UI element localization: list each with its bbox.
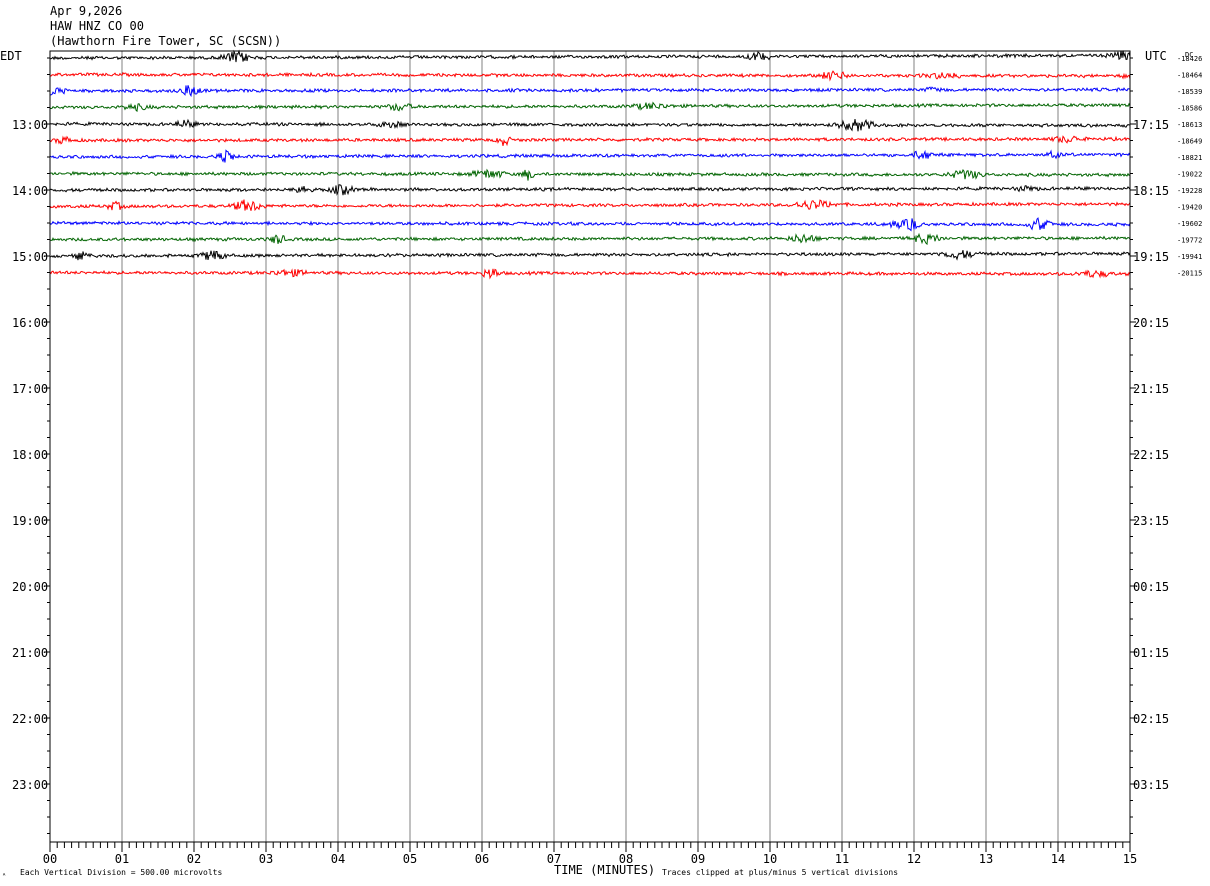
seismic-trace [49, 168, 1131, 181]
right-hour-label: 23:15 [1133, 514, 1169, 528]
seismic-trace [49, 232, 1131, 246]
trace-dc-label: -18539 [1177, 88, 1202, 96]
x-tick-label: 10 [763, 852, 777, 866]
seismic-trace [49, 149, 1131, 163]
seismic-trace [49, 101, 1131, 113]
left-hour-label: 13:00 [12, 118, 48, 132]
x-axis-title: TIME (MINUTES) [554, 863, 655, 877]
seismic-trace [49, 268, 1131, 280]
left-hour-label: 17:00 [12, 382, 48, 396]
right-hour-label: 21:15 [1133, 382, 1169, 396]
x-tick-label: 05 [403, 852, 417, 866]
seismic-trace [49, 118, 1131, 132]
right-hour-label: 18:15 [1133, 184, 1169, 198]
axes [44, 50, 1136, 852]
x-tick-label: 12 [907, 852, 921, 866]
vertical-division-note: Each Vertical Division = 500.00 microvol… [20, 868, 222, 877]
x-tick-label: 09 [691, 852, 705, 866]
seismic-traces [49, 49, 1131, 280]
helicorder-plot: EDT UTC DC TIME (MINUTES) Each Vertical … [0, 49, 1202, 880]
trace-dc-label: -18464 [1177, 72, 1202, 80]
right-hour-label: 00:15 [1133, 580, 1169, 594]
trace-dc-label: -19941 [1177, 253, 1202, 261]
left-hour-label: 19:00 [12, 514, 48, 528]
x-tick-label: 11 [835, 852, 849, 866]
trace-dc-label: -19602 [1177, 220, 1202, 228]
corner-mark: ᴬ [2, 871, 6, 880]
trace-dc-label: -20115 [1177, 270, 1202, 278]
x-tick-label: 07 [547, 852, 561, 866]
seismic-trace [49, 70, 1131, 82]
seismic-trace [49, 199, 1131, 212]
x-tick-label: 06 [475, 852, 489, 866]
left-hour-label: 16:00 [12, 316, 48, 330]
right-hour-label: 22:15 [1133, 448, 1169, 462]
trace-dc-label: -19772 [1177, 237, 1202, 245]
right-hour-label: 03:15 [1133, 778, 1169, 792]
left-hour-label: 23:00 [12, 778, 48, 792]
left-hour-label: 15:00 [12, 250, 48, 264]
x-tick-label: 13 [979, 852, 993, 866]
right-hour-label: 17:15 [1133, 118, 1169, 132]
grid-lines [121, 51, 1059, 842]
trace-dc-label: -19420 [1177, 204, 1202, 212]
left-hour-label: 22:00 [12, 712, 48, 726]
trace-dc-label: -18613 [1177, 121, 1202, 129]
seismic-trace [49, 249, 1131, 261]
trace-dc-label: -18649 [1177, 138, 1202, 146]
right-hour-label: 01:15 [1133, 646, 1169, 660]
right-hour-label: 20:15 [1133, 316, 1169, 330]
left-hour-label: 18:00 [12, 448, 48, 462]
x-tick-label: 14 [1051, 852, 1065, 866]
trace-dc-label: -18426 [1177, 55, 1202, 63]
trace-dc-label: -19228 [1177, 187, 1202, 195]
x-tick-label: 03 [259, 852, 273, 866]
x-tick-label: 04 [331, 852, 345, 866]
x-tick-label: 01 [115, 852, 129, 866]
seismic-trace [49, 85, 1131, 98]
x-tick-label: 08 [619, 852, 633, 866]
right-hour-label: 02:15 [1133, 712, 1169, 726]
right-hour-label: 19:15 [1133, 250, 1169, 264]
left-axis-title: EDT [0, 49, 22, 63]
left-hour-label: 20:00 [12, 580, 48, 594]
x-tick-label: 15 [1123, 852, 1137, 866]
seismic-trace [49, 135, 1131, 147]
clip-note: Traces clipped at plus/minus 5 vertical … [662, 868, 898, 877]
trace-dc-label: -18821 [1177, 154, 1202, 162]
x-tick-label: 02 [187, 852, 201, 866]
trace-dc-label: -19022 [1177, 171, 1202, 179]
left-hour-label: 14:00 [12, 184, 48, 198]
trace-dc-label: -18586 [1177, 105, 1202, 113]
seismic-trace [49, 49, 1131, 63]
seismic-trace [49, 184, 1131, 196]
plot-frame [49, 50, 1131, 843]
left-hour-label: 21:00 [12, 646, 48, 660]
seismic-trace [49, 217, 1131, 232]
right-axis-title: UTC [1145, 49, 1167, 63]
x-tick-label: 00 [43, 852, 57, 866]
